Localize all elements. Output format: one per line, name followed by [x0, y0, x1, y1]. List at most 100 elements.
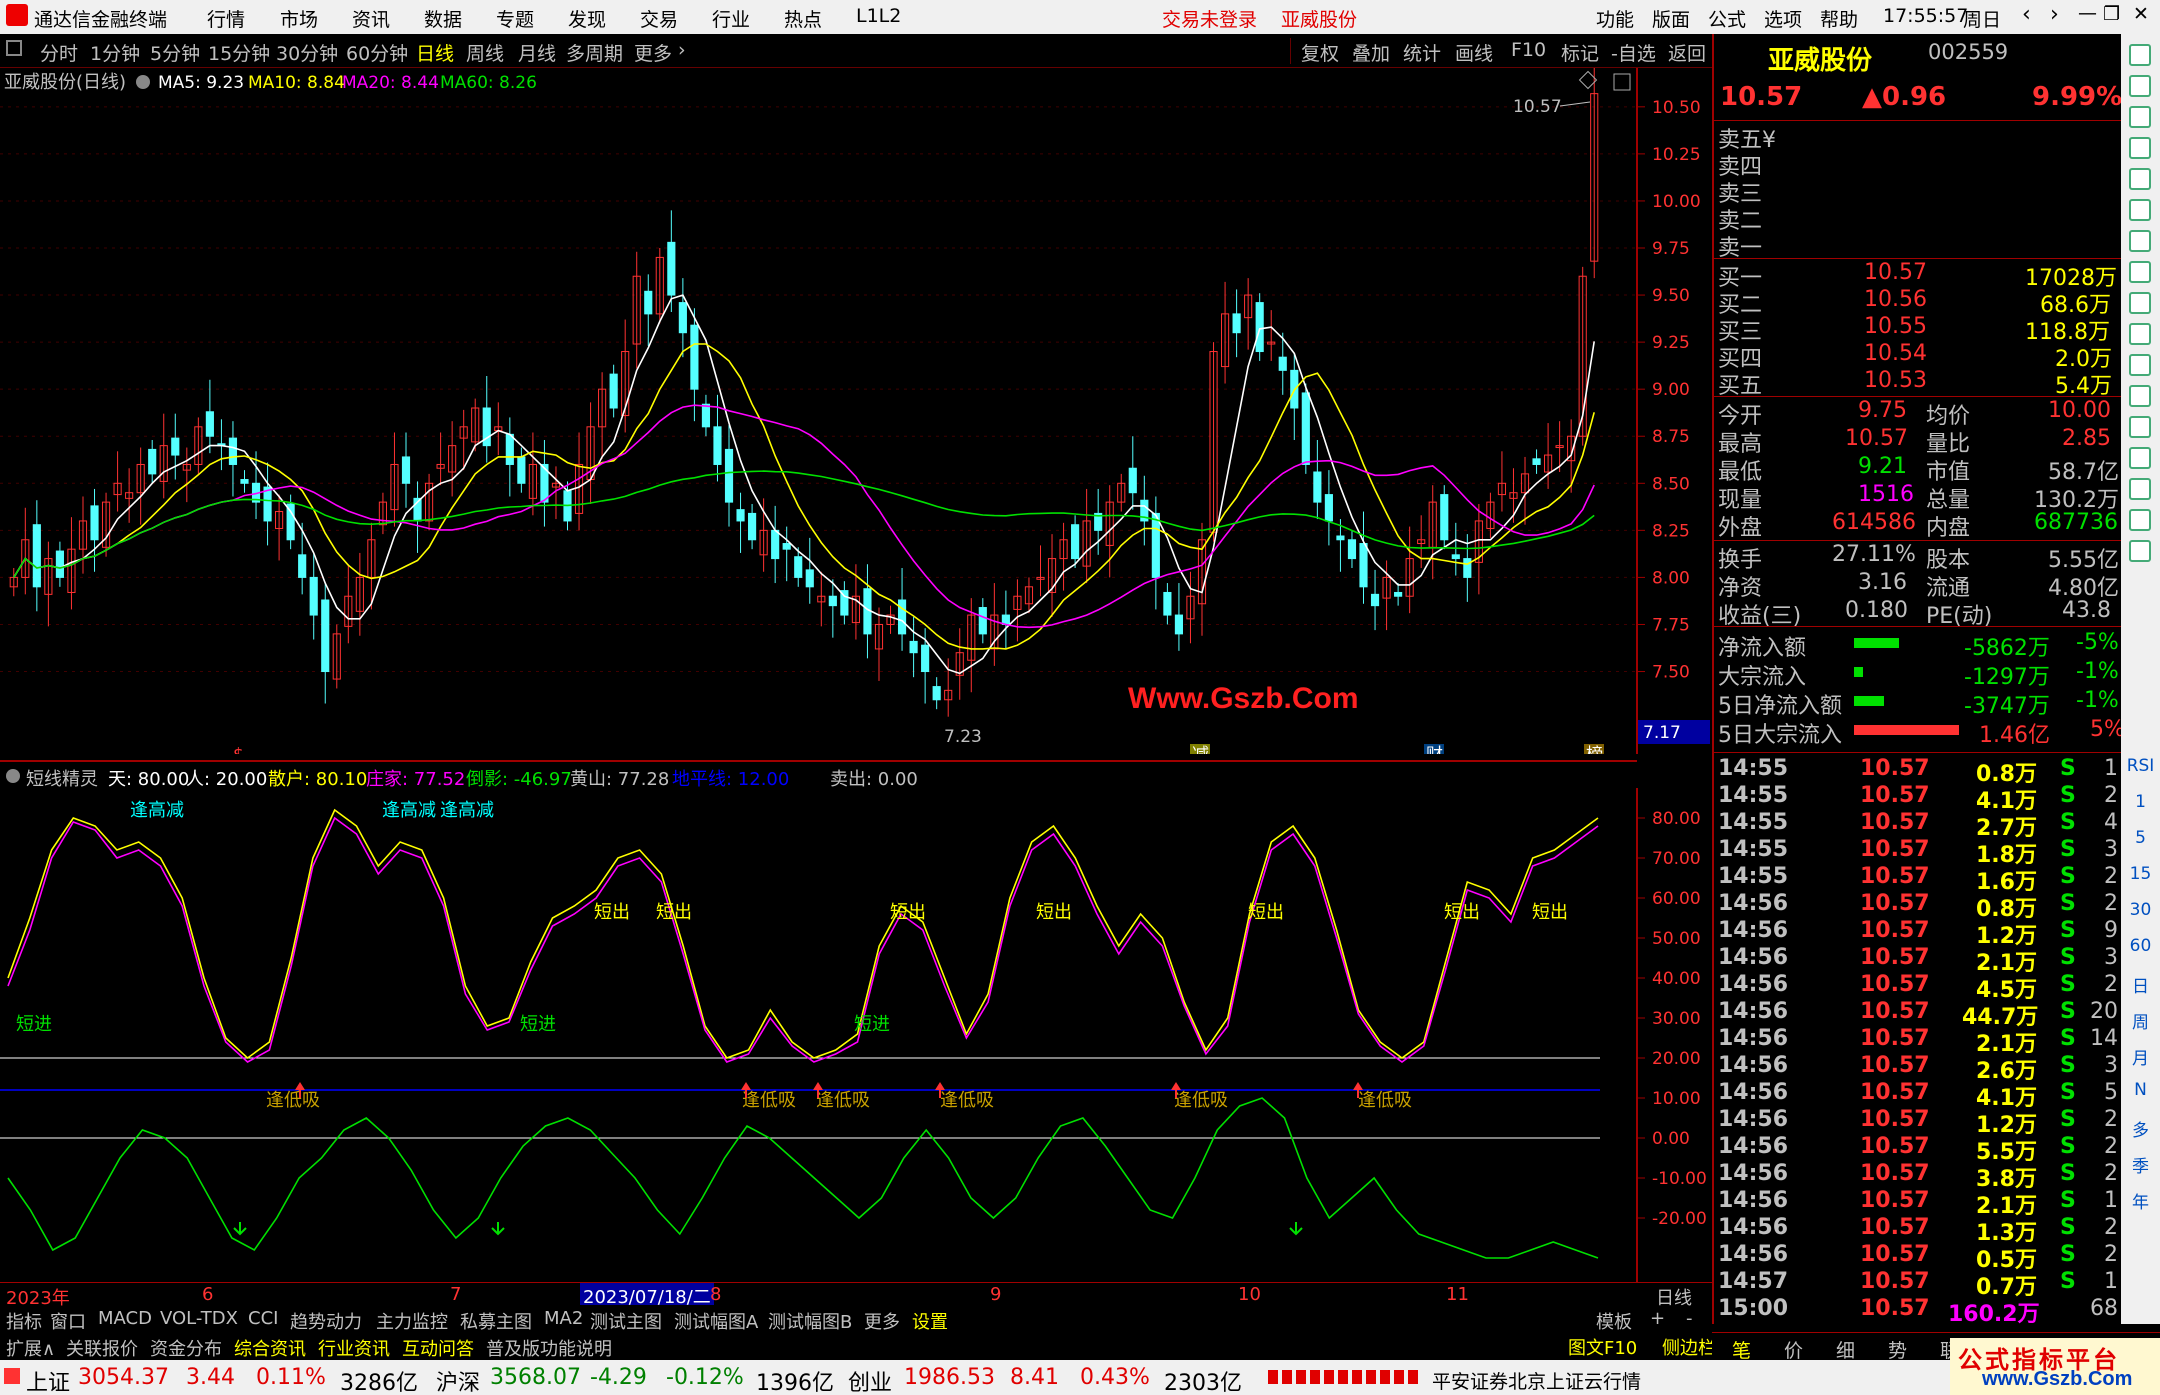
tool-icon[interactable]: [2129, 478, 2151, 500]
toolbar-period-8[interactable]: 月: [2121, 1044, 2160, 1069]
toolbar-period-2[interactable]: 5: [2121, 828, 2160, 848]
login-status[interactable]: 交易未登录: [1162, 5, 1257, 32]
tool-icon[interactable]: [2129, 106, 2151, 128]
f10-link[interactable]: 图文F10: [1568, 1334, 1637, 1360]
menu-help[interactable]: 帮助: [1820, 5, 1858, 32]
tool-icon[interactable]: [2129, 75, 2151, 97]
tab-ma2[interactable]: MA2: [544, 1308, 583, 1329]
tab-macd[interactable]: MACD: [98, 1308, 152, 1329]
toolbar-period-0[interactable]: RSI: [2121, 756, 2160, 776]
tool-mark[interactable]: 标记: [1561, 39, 1599, 66]
tab-industry-news[interactable]: 行业资讯: [318, 1335, 390, 1361]
toolbar-period-4[interactable]: 30: [2121, 900, 2160, 920]
tab-private[interactable]: 私募主图: [460, 1308, 532, 1334]
tab-related[interactable]: 关联报价: [66, 1335, 138, 1361]
tab-news[interactable]: 综合资讯: [234, 1335, 306, 1361]
menu-l1l2[interactable]: L1L2: [856, 5, 901, 27]
tool-f10[interactable]: F10: [1511, 39, 1546, 61]
tool-watchlist[interactable]: -自选: [1611, 39, 1656, 66]
tool-icon[interactable]: [2129, 168, 2151, 190]
forward-arrow-icon[interactable]: ›: [2050, 2, 2059, 27]
tool-icon[interactable]: [2129, 540, 2151, 562]
tool-icon[interactable]: [2129, 509, 2151, 531]
restore-icon[interactable]: ❐: [2103, 3, 2120, 25]
tab-vol[interactable]: VOL-TDX: [160, 1308, 238, 1329]
back-arrow-icon[interactable]: ‹: [2022, 2, 2031, 27]
tool-draw[interactable]: 画线: [1455, 39, 1493, 66]
menu-quotes[interactable]: 行情: [207, 5, 245, 32]
settings-dot-icon[interactable]: [136, 75, 150, 89]
close-icon[interactable]: ✕: [2133, 3, 2149, 25]
menu-function[interactable]: 功能: [1596, 5, 1634, 32]
toolbar-period-11[interactable]: 季: [2121, 1152, 2160, 1177]
tool-icon[interactable]: [2129, 199, 2151, 221]
period-5min[interactable]: 5分钟: [150, 39, 200, 66]
toolbar-period-10[interactable]: 多: [2121, 1116, 2160, 1141]
indicator-chart[interactable]: 80.00 70.00 60.00 50.00 40.00 30.00 20.00 10.00…: [0, 788, 1712, 1282]
tool-icon[interactable]: [2129, 230, 2151, 252]
period-daily[interactable]: 日线: [416, 39, 454, 66]
minimize-icon[interactable]: —: [2078, 2, 2097, 24]
menu-data[interactable]: 数据: [424, 5, 462, 32]
tab-cci[interactable]: CCI: [248, 1308, 278, 1329]
layout-toggle-icon[interactable]: [6, 40, 22, 56]
cy-name[interactable]: 创业: [848, 1365, 892, 1395]
period-multi[interactable]: 多周期: [566, 39, 623, 66]
tab-expand[interactable]: 扩展∧: [6, 1335, 55, 1361]
menu-news[interactable]: 资讯: [352, 5, 390, 32]
menu-hot[interactable]: 热点: [784, 5, 822, 32]
tab-trend[interactable]: 趋势动力: [290, 1308, 362, 1334]
tab-main-monitor[interactable]: 主力监控: [376, 1308, 448, 1334]
menu-discover[interactable]: 发现: [568, 5, 606, 32]
period-1min[interactable]: 1分钟: [90, 39, 140, 66]
toolbar-period-5[interactable]: 60: [2121, 936, 2160, 956]
tab-help[interactable]: 普及版功能说明: [486, 1335, 612, 1361]
tool-icon[interactable]: [2129, 44, 2151, 66]
chevron-right-icon[interactable]: ›: [678, 39, 686, 61]
toolbar-period-7[interactable]: 周: [2121, 1008, 2160, 1033]
period-60min[interactable]: 60分钟: [346, 39, 408, 66]
indicator-menu-icon[interactable]: [6, 769, 20, 783]
period-30min[interactable]: 30分钟: [276, 39, 338, 66]
tab-more[interactable]: 更多: [864, 1308, 900, 1334]
tool-stats[interactable]: 统计: [1403, 39, 1441, 66]
tool-icon[interactable]: [2129, 447, 2151, 469]
period-more[interactable]: 更多: [634, 39, 672, 66]
toolbar-period-9[interactable]: N: [2121, 1080, 2160, 1100]
tool-adjust[interactable]: 复权: [1301, 39, 1339, 66]
tab-test-a[interactable]: 测试幅图A: [674, 1308, 758, 1334]
tab-template[interactable]: 模板: [1596, 1308, 1632, 1334]
tool-icon[interactable]: [2129, 416, 2151, 438]
toolbar-period-3[interactable]: 15: [2121, 864, 2160, 884]
period-15min[interactable]: 15分钟: [208, 39, 270, 66]
menu-trade[interactable]: 交易: [640, 5, 678, 32]
toolbar-period-12[interactable]: 年: [2121, 1188, 2160, 1213]
period-weekly[interactable]: 周线: [466, 39, 504, 66]
tab-test-main[interactable]: 测试主图: [590, 1308, 662, 1334]
tab-indicator[interactable]: 指标: [6, 1308, 42, 1334]
menu-industry[interactable]: 行业: [712, 5, 750, 32]
period-monthly[interactable]: 月线: [518, 39, 556, 66]
kline-chart[interactable]: 10.50 10.25 10.00 9.75 9.50 9.25 9.00 8.75 8.50 8…: [0, 68, 1712, 754]
tool-icon[interactable]: [2129, 385, 2151, 407]
menu-formula[interactable]: 公式: [1708, 5, 1746, 32]
sh-name[interactable]: 上证: [26, 1365, 70, 1395]
menu-layout[interactable]: 版面: [1652, 5, 1690, 32]
tab-price[interactable]: 价: [1784, 1336, 1803, 1363]
tab-settings[interactable]: 设置: [912, 1308, 948, 1334]
zoom-out-button[interactable]: -: [1686, 1308, 1693, 1329]
tab-capital[interactable]: 资金分布: [150, 1335, 222, 1361]
tab-window[interactable]: 窗口: [50, 1308, 86, 1334]
tab-detail[interactable]: 细: [1836, 1336, 1855, 1363]
tool-overlay[interactable]: 叠加: [1352, 39, 1390, 66]
menu-market[interactable]: 市场: [280, 5, 318, 32]
tab-trend-mini[interactable]: 势: [1888, 1336, 1907, 1363]
tool-back[interactable]: 返回: [1668, 39, 1706, 66]
toolbar-period-1[interactable]: 1: [2121, 792, 2160, 812]
sz-name[interactable]: 沪深: [436, 1365, 480, 1395]
menu-topics[interactable]: 专题: [496, 5, 534, 32]
toolbar-period-6[interactable]: 日: [2121, 972, 2160, 997]
zoom-in-button[interactable]: +: [1650, 1308, 1665, 1329]
tab-qa[interactable]: 互动问答: [402, 1335, 474, 1361]
period-tick[interactable]: 分时: [40, 39, 78, 66]
